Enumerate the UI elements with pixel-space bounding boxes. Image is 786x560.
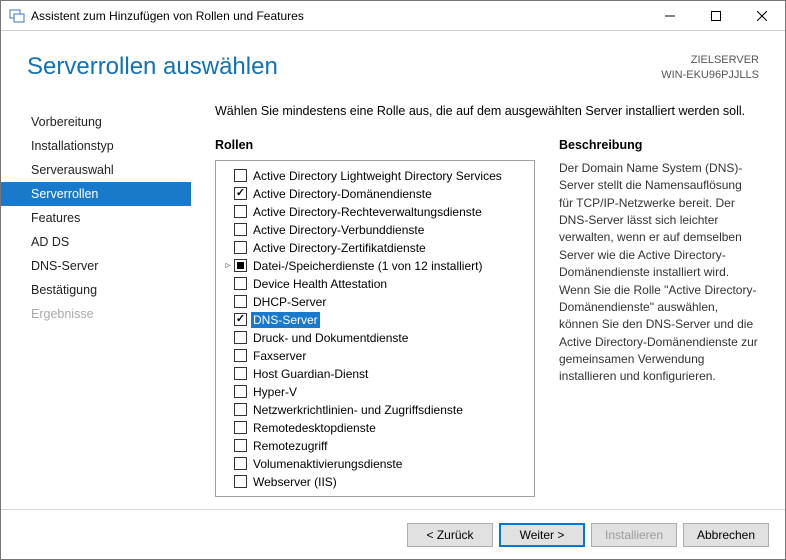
header: Serverrollen auswählen ZIELSERVER WIN-EK… xyxy=(1,31,785,92)
sidebar-item-6[interactable]: DNS-Server xyxy=(1,254,191,278)
role-checkbox[interactable] xyxy=(234,385,247,398)
role-label[interactable]: Volumenaktivierungsdienste xyxy=(251,456,404,472)
roles-heading: Rollen xyxy=(215,138,535,152)
role-checkbox[interactable] xyxy=(234,259,247,272)
role-label[interactable]: Remotedesktopdienste xyxy=(251,420,378,436)
target-server-box: ZIELSERVER WIN-EKU96PJJLLS xyxy=(661,53,759,84)
role-label[interactable]: DNS-Server xyxy=(251,312,320,328)
role-checkbox[interactable] xyxy=(234,241,247,254)
role-checkbox[interactable] xyxy=(234,457,247,470)
sidebar-item-5[interactable]: AD DS xyxy=(1,230,191,254)
sidebar-item-4[interactable]: Features xyxy=(1,206,191,230)
role-label[interactable]: Webserver (IIS) xyxy=(251,474,339,490)
role-label[interactable]: Druck- und Dokumentdienste xyxy=(251,330,410,346)
expander-icon[interactable]: ▹ xyxy=(222,258,234,274)
role-checkbox[interactable] xyxy=(234,331,247,344)
role-item-17[interactable]: Webserver (IIS) xyxy=(222,473,528,490)
role-item-12[interactable]: Hyper-V xyxy=(222,383,528,401)
role-checkbox[interactable] xyxy=(234,349,247,362)
main: Wählen Sie mindestens eine Rolle aus, di… xyxy=(191,92,785,509)
body: VorbereitungInstallationstypServerauswah… xyxy=(1,92,785,509)
window-title: Assistent zum Hinzufügen von Rollen und … xyxy=(31,9,647,23)
target-label: ZIELSERVER xyxy=(661,53,759,68)
role-item-10[interactable]: Faxserver xyxy=(222,347,528,365)
page-title: Serverrollen auswählen xyxy=(27,53,661,81)
role-checkbox[interactable] xyxy=(234,277,247,290)
roles-scroll[interactable]: Active Directory Lightweight Directory S… xyxy=(222,167,532,490)
role-label[interactable]: Host Guardian-Dienst xyxy=(251,366,370,382)
role-checkbox[interactable] xyxy=(234,187,247,200)
role-checkbox[interactable] xyxy=(234,475,247,488)
role-checkbox[interactable] xyxy=(234,205,247,218)
role-item-15[interactable]: Remotezugriff xyxy=(222,437,528,455)
role-label[interactable]: Remotezugriff xyxy=(251,438,329,454)
role-item-5[interactable]: ▹ Datei-/Speicherdienste (1 von 12 instal… xyxy=(222,257,528,275)
role-item-14[interactable]: Remotedesktopdienste xyxy=(222,419,528,437)
description-text: Der Domain Name System (DNS)-Server stel… xyxy=(559,160,759,386)
role-item-3[interactable]: Active Directory-Verbunddienste xyxy=(222,221,528,239)
role-checkbox[interactable] xyxy=(234,169,247,182)
description-column: Beschreibung Der Domain Name System (DNS… xyxy=(559,138,759,497)
role-label[interactable]: Active Directory-Zertifikatdienste xyxy=(251,240,428,256)
instruction-text: Wählen Sie mindestens eine Rolle aus, di… xyxy=(215,104,759,118)
sidebar-item-1[interactable]: Installationstyp xyxy=(1,134,191,158)
role-checkbox[interactable] xyxy=(234,223,247,236)
role-label[interactable]: Datei-/Speicherdienste (1 von 12 install… xyxy=(251,258,484,274)
sidebar-item-8: Ergebnisse xyxy=(1,302,191,326)
role-item-6[interactable]: Device Health Attestation xyxy=(222,275,528,293)
role-item-13[interactable]: Netzwerkrichtlinien- und Zugriffsdienste xyxy=(222,401,528,419)
role-label[interactable]: Active Directory Lightweight Directory S… xyxy=(251,168,504,184)
role-item-4[interactable]: Active Directory-Zertifikatdienste xyxy=(222,239,528,257)
titlebar: Assistent zum Hinzufügen von Rollen und … xyxy=(1,1,785,31)
target-value: WIN-EKU96PJJLLS xyxy=(661,68,759,83)
role-label[interactable]: Faxserver xyxy=(251,348,308,364)
sidebar-item-2[interactable]: Serverauswahl xyxy=(1,158,191,182)
maximize-button[interactable] xyxy=(693,1,739,31)
role-label[interactable]: Active Directory-Domänendienste xyxy=(251,186,434,202)
role-item-9[interactable]: Druck- und Dokumentdienste xyxy=(222,329,528,347)
footer: < Zurück Weiter > Installieren Abbrechen xyxy=(1,509,785,559)
sidebar-item-3[interactable]: Serverrollen xyxy=(1,182,191,206)
role-label[interactable]: Active Directory-Rechteverwaltungsdienst… xyxy=(251,204,484,220)
role-checkbox[interactable] xyxy=(234,421,247,434)
role-item-11[interactable]: Host Guardian-Dienst xyxy=(222,365,528,383)
role-item-1[interactable]: Active Directory-Domänendienste xyxy=(222,185,528,203)
back-button[interactable]: < Zurück xyxy=(407,523,493,547)
role-label[interactable]: Netzwerkrichtlinien- und Zugriffsdienste xyxy=(251,402,465,418)
sidebar: VorbereitungInstallationstypServerauswah… xyxy=(1,92,191,509)
role-label[interactable]: Active Directory-Verbunddienste xyxy=(251,222,426,238)
role-checkbox[interactable] xyxy=(234,367,247,380)
role-label[interactable]: Device Health Attestation xyxy=(251,276,389,292)
roles-listbox: Active Directory Lightweight Directory S… xyxy=(215,160,535,497)
columns: Rollen Active Directory Lightweight Dire… xyxy=(215,138,759,497)
role-label[interactable]: DHCP-Server xyxy=(251,294,328,310)
roles-column: Rollen Active Directory Lightweight Dire… xyxy=(215,138,535,497)
install-button[interactable]: Installieren xyxy=(591,523,677,547)
role-item-16[interactable]: Volumenaktivierungsdienste xyxy=(222,455,528,473)
minimize-button[interactable] xyxy=(647,1,693,31)
role-checkbox[interactable] xyxy=(234,313,247,326)
sidebar-item-7[interactable]: Bestätigung xyxy=(1,278,191,302)
role-checkbox[interactable] xyxy=(234,295,247,308)
role-label[interactable]: Hyper-V xyxy=(251,384,299,400)
role-item-8[interactable]: DNS-Server xyxy=(222,311,528,329)
role-item-0[interactable]: Active Directory Lightweight Directory S… xyxy=(222,167,528,185)
role-checkbox[interactable] xyxy=(234,403,247,416)
wizard-window: Assistent zum Hinzufügen von Rollen und … xyxy=(0,0,786,560)
app-icon xyxy=(9,8,25,24)
sidebar-item-0[interactable]: Vorbereitung xyxy=(1,110,191,134)
description-heading: Beschreibung xyxy=(559,138,759,152)
role-item-7[interactable]: DHCP-Server xyxy=(222,293,528,311)
role-checkbox[interactable] xyxy=(234,439,247,452)
cancel-button[interactable]: Abbrechen xyxy=(683,523,769,547)
close-button[interactable] xyxy=(739,1,785,31)
next-button[interactable]: Weiter > xyxy=(499,523,585,547)
role-item-2[interactable]: Active Directory-Rechteverwaltungsdienst… xyxy=(222,203,528,221)
